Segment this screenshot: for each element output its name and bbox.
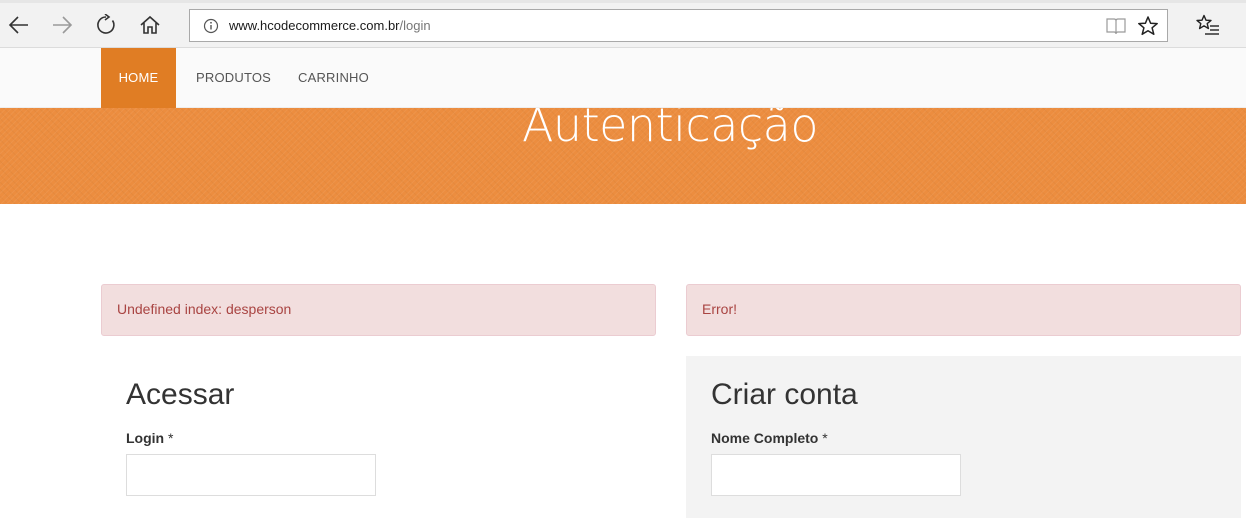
home-button[interactable] bbox=[135, 8, 165, 42]
site-navbar: HOME PRODUTOS CARRINHO bbox=[0, 48, 1246, 108]
login-error-alert: Undefined index: desperson bbox=[101, 284, 656, 336]
refresh-button[interactable] bbox=[91, 8, 121, 42]
register-error-alert: Error! bbox=[686, 284, 1241, 336]
forward-arrow-icon bbox=[53, 16, 73, 34]
reading-view-icon[interactable] bbox=[1106, 17, 1126, 35]
nav-carrinho[interactable]: CARRINHO bbox=[298, 48, 369, 108]
nav-home[interactable]: HOME bbox=[101, 48, 176, 108]
login-title: Acessar bbox=[126, 378, 235, 411]
fullname-label: Nome Completo * bbox=[711, 430, 828, 446]
fullname-input[interactable] bbox=[711, 454, 961, 496]
url-text[interactable]: www.hcodecommerce.com.br/login bbox=[229, 18, 431, 33]
nav-produtos[interactable]: PRODUTOS bbox=[196, 48, 271, 108]
register-title: Criar conta bbox=[711, 378, 858, 411]
star-icon[interactable] bbox=[1137, 15, 1159, 37]
back-button[interactable] bbox=[4, 8, 34, 42]
page-title: Autenticação bbox=[521, 108, 819, 152]
refresh-icon bbox=[97, 14, 115, 34]
back-arrow-icon bbox=[8, 16, 28, 34]
home-icon bbox=[140, 15, 160, 34]
page-banner: Autenticação bbox=[0, 108, 1246, 204]
info-icon[interactable] bbox=[203, 18, 219, 34]
login-label: Login * bbox=[126, 430, 173, 446]
address-bar[interactable]: www.hcodecommerce.com.br/login bbox=[189, 9, 1168, 42]
login-input[interactable] bbox=[126, 454, 376, 496]
login-label-text: Login bbox=[126, 430, 165, 446]
required-mark: * bbox=[818, 430, 828, 446]
favorites-list-icon[interactable] bbox=[1196, 14, 1220, 36]
tab-strip-edge bbox=[0, 0, 1246, 3]
url-path: /login bbox=[399, 18, 431, 33]
forward-button[interactable] bbox=[47, 8, 77, 42]
url-host: www.hcodecommerce.com.br bbox=[229, 18, 400, 33]
required-mark: * bbox=[164, 430, 174, 446]
browser-toolbar: www.hcodecommerce.com.br/login bbox=[0, 0, 1246, 48]
fullname-label-text: Nome Completo bbox=[711, 430, 819, 446]
